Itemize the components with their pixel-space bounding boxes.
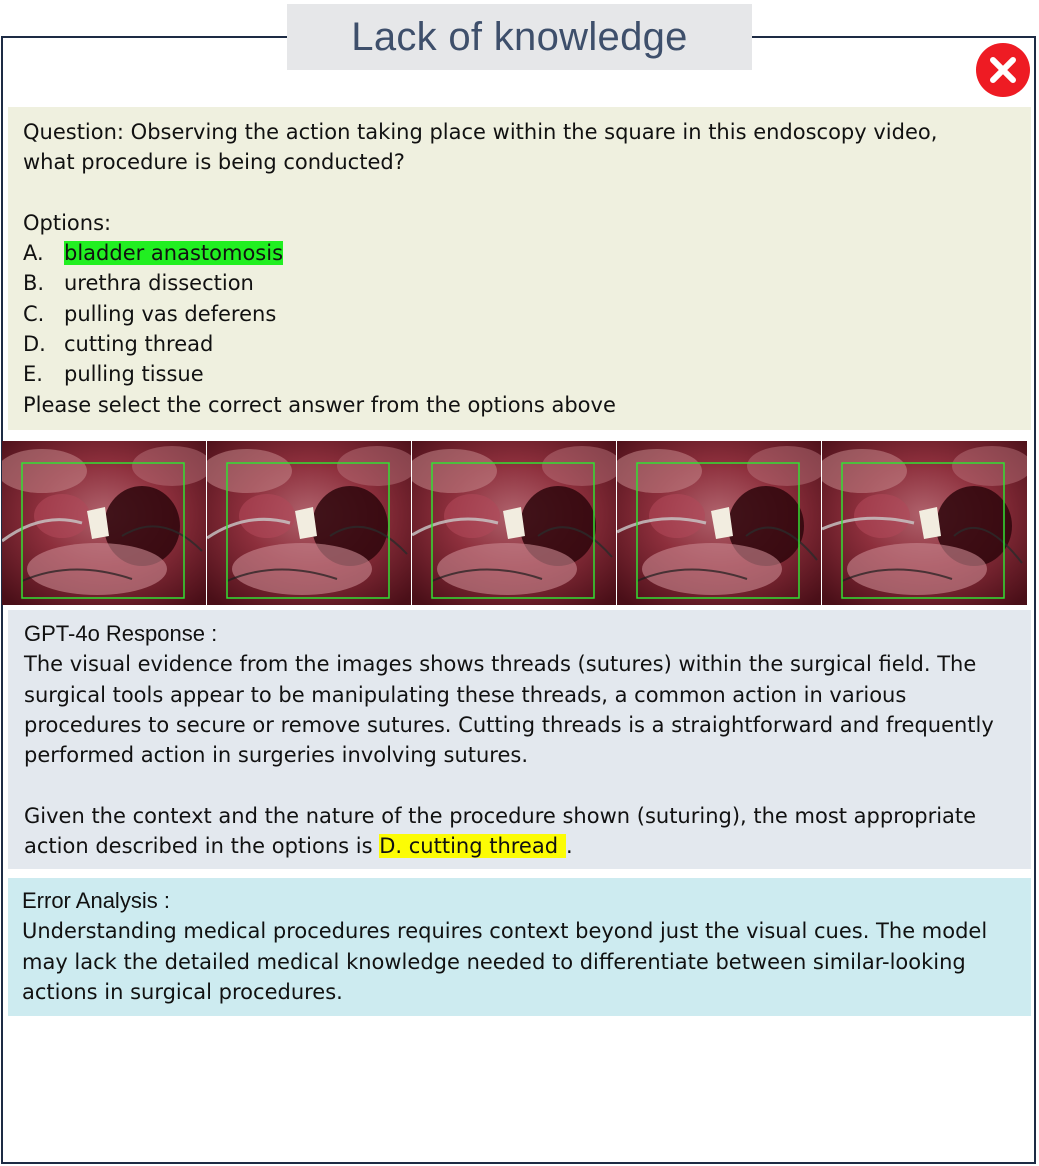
question-panel: Question: Observing the action taking pl… [8, 107, 1031, 430]
option-c: C. pulling vas deferens [23, 299, 1016, 329]
response-heading: GPT-4o Response : [24, 621, 218, 646]
error-analysis-line: actions in surgical procedures. [22, 979, 343, 1004]
question-text-line-1: Question: Observing the action taking pl… [23, 120, 938, 144]
response-line: surgical tools appear to be manipulating… [24, 682, 907, 707]
response-panel: GPT-4o Response : The visual evidence fr… [8, 610, 1031, 869]
conclusion-suffix: . [566, 834, 573, 859]
endoscopy-frame [2, 441, 207, 605]
error-analysis-heading: Error Analysis : [22, 888, 170, 913]
video-frames-strip [2, 441, 1027, 605]
option-d: D. cutting thread [23, 329, 1016, 359]
endoscopy-frame [617, 441, 822, 605]
option-letter: E. [23, 362, 43, 387]
figure-title: Lack of knowledge [287, 4, 752, 70]
close-icon [976, 43, 1030, 97]
option-text: pulling tissue [64, 362, 204, 387]
endoscopy-frame [207, 441, 412, 605]
option-letter: D. [23, 332, 46, 357]
response-line: procedures to secure or remove sutures. … [24, 712, 994, 737]
conclusion-prefix: action described in the options is [24, 834, 373, 859]
response-line: performed action in surgeries involving … [24, 743, 529, 768]
option-letter: C. [23, 301, 45, 326]
options-label: Options: [23, 210, 112, 235]
option-text: cutting thread [64, 332, 214, 357]
endoscopy-frame [412, 441, 617, 605]
error-analysis-line: may lack the detailed medical knowledge … [22, 949, 966, 974]
error-analysis-line: Understanding medical procedures require… [22, 919, 988, 944]
option-letter: B. [23, 271, 45, 296]
instruction-text: Please select the correct answer from th… [23, 392, 616, 417]
option-letter: A. [23, 241, 44, 266]
option-text-correct: bladder anastomosis [64, 241, 284, 266]
error-analysis-panel: Error Analysis : Understanding medical p… [8, 878, 1031, 1016]
option-a: A. bladder anastomosis [23, 238, 1016, 268]
response-line: The visual evidence from the images show… [24, 652, 977, 677]
response-line: Given the context and the nature of the … [24, 803, 977, 828]
question-text-line-2: what procedure is being conducted? [23, 150, 405, 175]
option-text: urethra dissection [64, 271, 254, 296]
option-e: E. pulling tissue [23, 359, 1016, 389]
option-b: B. urethra dissection [23, 268, 1016, 298]
response-conclusion: action described in the options is D. cu… [24, 831, 1015, 861]
model-answer: D. cutting thread [379, 834, 567, 859]
endoscopy-frame [822, 441, 1027, 605]
option-text: pulling vas deferens [64, 301, 277, 326]
